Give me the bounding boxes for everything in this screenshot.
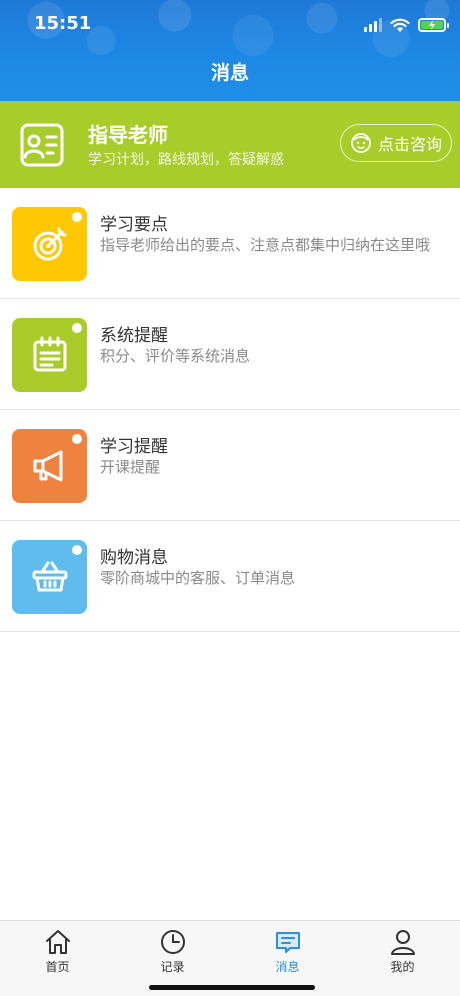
mentor-title: 指导老师	[88, 123, 168, 147]
page-title: 消息	[210, 62, 249, 84]
mentor-card-icon	[20, 123, 64, 167]
item-description: 指导老师给出的要点、注意点都集中归纳在这里哦	[100, 236, 431, 254]
home-icon	[45, 930, 70, 954]
item-description: 开课提醒	[100, 458, 161, 476]
item-description: 积分、评价等系统消息	[100, 347, 251, 365]
tab-label: 消息	[275, 960, 300, 974]
list-item-shopping-message[interactable]: 购物消息 零阶商城中的客服、订单消息	[0, 521, 460, 632]
tab-label: 首页	[45, 960, 70, 974]
item-title: 系统提醒	[100, 326, 168, 346]
message-icon	[275, 932, 300, 953]
consult-button-label: 点击咨询	[377, 135, 442, 154]
clock-icon	[160, 930, 185, 954]
system-reminder-icon-box	[12, 318, 87, 392]
message-list: 学习要点 指导老师给出的要点、注意点都集中归纳在这里哦 系统提醒 积分、评价等系…	[0, 188, 460, 632]
basket-icon	[32, 561, 67, 592]
item-title: 学习提醒	[100, 437, 168, 457]
battery-icon	[418, 18, 449, 32]
list-item-study-reminder[interactable]: 学习提醒 开课提醒	[0, 410, 460, 521]
study-reminder-icon-box	[12, 429, 87, 503]
item-title: 购物消息	[100, 548, 168, 568]
item-title: 学习要点	[100, 215, 168, 235]
shopping-message-icon-box	[12, 540, 87, 614]
status-time: 15:51	[34, 13, 92, 34]
unread-dot	[72, 323, 82, 333]
mentor-subtitle: 学习计划，路线规划，答疑解惑	[88, 152, 284, 168]
profile-icon	[390, 930, 415, 955]
unread-dot	[72, 434, 82, 444]
wifi-icon	[390, 18, 410, 32]
tab-label: 我的	[390, 960, 415, 974]
status-icons	[364, 14, 449, 36]
face-icon	[351, 133, 371, 153]
unread-dot	[72, 212, 82, 222]
header-banner: 15:51 消息	[0, 0, 460, 101]
list-item-study-points[interactable]: 学习要点 指导老师给出的要点、注意点都集中归纳在这里哦	[0, 188, 460, 299]
notepad-icon	[33, 336, 66, 372]
list-item-system-reminder[interactable]: 系统提醒 积分、评价等系统消息	[0, 299, 460, 410]
megaphone-icon	[33, 450, 62, 482]
study-points-icon-box	[12, 207, 87, 281]
consult-button[interactable]: 点击咨询	[340, 124, 452, 162]
status-bar: 15:51	[0, 0, 460, 50]
tab-profile[interactable]: 我的	[345, 921, 460, 996]
target-icon	[33, 227, 66, 261]
tab-label: 记录	[160, 960, 185, 974]
cellular-signal-icon	[364, 18, 382, 32]
item-description: 零阶商城中的客服、订单消息	[100, 569, 296, 587]
tab-home[interactable]: 首页	[0, 921, 115, 996]
unread-dot	[72, 545, 82, 555]
home-indicator	[149, 985, 315, 990]
